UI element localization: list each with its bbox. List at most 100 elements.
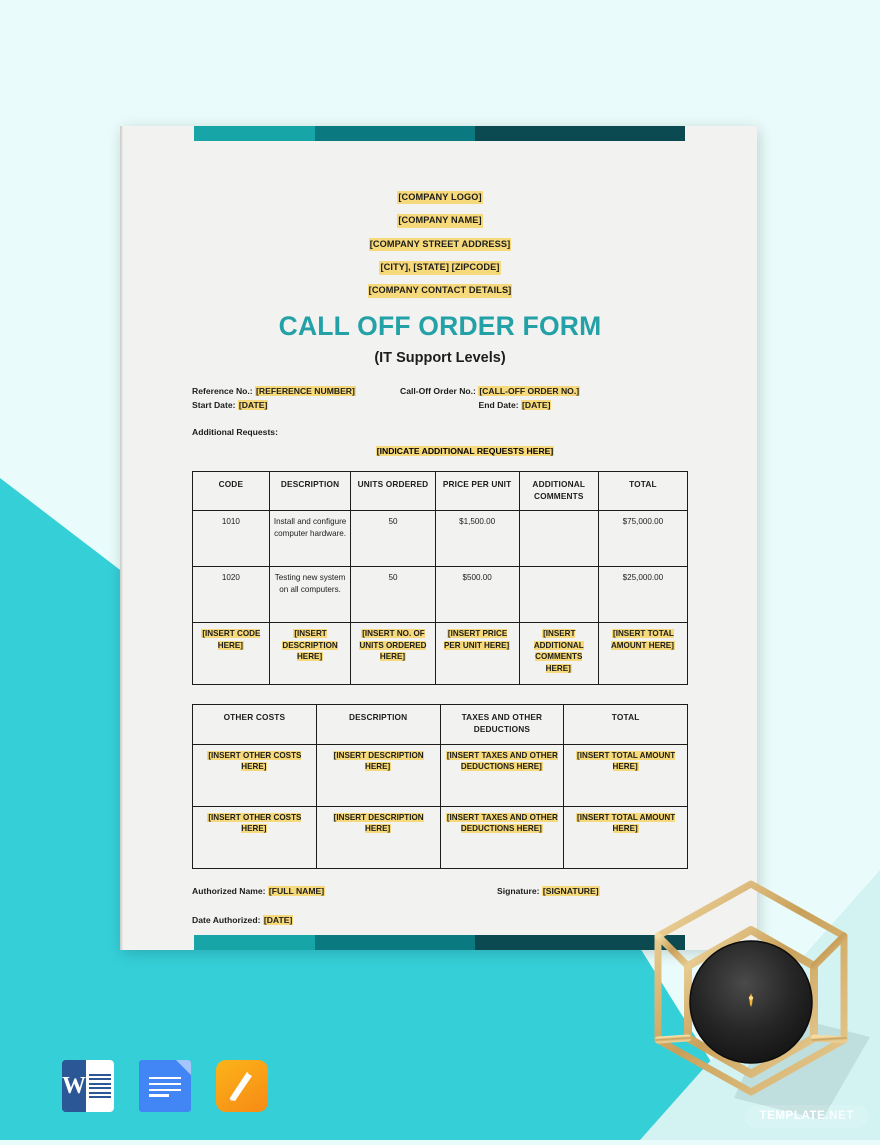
cell-other-costs-value: [INSERT OTHER COSTS HERE] [207, 812, 302, 834]
docs-page-fold [176, 1060, 191, 1075]
pen-glyph [229, 1072, 252, 1101]
page-title: CALL OFF ORDER FORM [278, 310, 602, 341]
order-table-header-row: CODE DESCRIPTION UNITS ORDERED PRICE PER… [192, 470, 689, 512]
cell-price[interactable]: $1,500.00 [434, 510, 520, 568]
cell-comments-value: [INSERT ADDITIONAL COMMENTS HERE] [533, 629, 584, 673]
signature-row: Authorized Name: [FULL NAME] Signature: … [192, 885, 688, 896]
cell-total[interactable]: $25,000.00 [597, 566, 689, 624]
signature-field: Signature: [SIGNATURE] [497, 885, 688, 896]
end-date-field: End Date: [DATE] [400, 399, 688, 413]
word-lines [85, 1060, 114, 1112]
cell-price[interactable]: $500.00 [434, 566, 520, 624]
company-name-placeholder: [COMPANY NAME] [397, 214, 483, 228]
band-segment-light [194, 935, 315, 950]
end-date-label: End Date: [478, 399, 521, 410]
cell-other-costs[interactable]: [INSERT OTHER COSTS HERE] [192, 805, 317, 869]
calloff-label: Call-Off Order No.: [400, 385, 479, 396]
apple-pages-icon[interactable] [216, 1060, 268, 1112]
date-authorized-label: Date Authorized: [192, 914, 263, 925]
cell-total[interactable]: $75,000.00 [597, 510, 689, 568]
docs-lines [149, 1077, 181, 1097]
cell-comments-placeholder[interactable]: [INSERT ADDITIONAL COMMENTS HERE] [518, 622, 599, 686]
bottom-accent-band [194, 935, 685, 950]
cell-units[interactable]: 50 [350, 566, 436, 624]
band-segment-dark [475, 126, 685, 141]
cell-comments[interactable] [518, 510, 599, 568]
cell-code[interactable]: 1020 [192, 566, 270, 624]
meta-row-dates: Start Date: [DATE] End Date: [DATE] [192, 399, 688, 413]
cell-price-placeholder[interactable]: [INSERT PRICE PER UNIT HERE] [434, 622, 520, 686]
cell-code-placeholder[interactable]: [INSERT CODE HERE] [192, 622, 270, 686]
cell-description[interactable]: [INSERT DESCRIPTION HERE] [315, 743, 441, 807]
format-icon-row: W [62, 1060, 268, 1112]
cell-code[interactable]: 1010 [192, 510, 270, 568]
cell-comments[interactable] [518, 566, 599, 624]
band-segment-light [194, 126, 315, 141]
cell-units[interactable]: 50 [350, 510, 436, 568]
cell-units-value: [INSERT NO. OF UNITS ORDERED HERE] [359, 629, 427, 662]
cell-units-placeholder[interactable]: [INSERT NO. OF UNITS ORDERED HERE] [350, 622, 436, 686]
cell-total-value: [INSERT TOTAL AMOUNT HERE] [610, 629, 675, 650]
additional-requests-field: [INDICATE ADDITIONAL REQUESTS HERE] [192, 445, 688, 456]
microsoft-word-icon[interactable]: W [62, 1060, 114, 1112]
calloff-value[interactable]: [CALL-OFF ORDER NO.] [478, 385, 581, 396]
cell-taxes-value: [INSERT TAXES AND OTHER DEDUCTIONS HERE] [445, 750, 558, 772]
reference-field: Reference No.: [REFERENCE NUMBER] [192, 385, 400, 399]
cell-other-costs-value: [INSERT OTHER COSTS HERE] [207, 750, 302, 772]
top-accent-band [194, 126, 685, 141]
start-date-value[interactable]: [DATE] [237, 399, 269, 410]
page-left-edge [120, 126, 123, 950]
authorized-name-value[interactable]: [FULL NAME] [267, 885, 326, 896]
watermark-primary: TEMPLATE [759, 1110, 826, 1122]
reference-value[interactable]: [REFERENCE NUMBER] [255, 385, 356, 396]
additional-requests-value[interactable]: [INDICATE ADDITIONAL REQUESTS HERE] [375, 445, 555, 456]
page-subtitle: (IT Support Levels) [374, 349, 506, 366]
cell-description-value: [INSERT DESCRIPTION HERE] [282, 629, 338, 662]
end-date-value[interactable]: [DATE] [521, 399, 552, 410]
table-row: [INSERT OTHER COSTS HERE] [INSERT DESCRI… [192, 805, 688, 869]
table-row: [INSERT CODE HERE] [INSERT DESCRIPTION H… [192, 622, 689, 686]
table-gap [192, 685, 688, 704]
col-header-taxes-deductions: TAXES AND OTHER DEDUCTIONS [439, 704, 565, 745]
cell-description-value: [INSERT DESCRIPTION HERE] [332, 812, 424, 834]
band-segment-mid [315, 935, 475, 950]
company-contact-details-placeholder: [COMPANY CONTACT DETAILS] [367, 284, 513, 298]
company-city-state-zip-placeholder: [CITY], [STATE] [ZIPCODE] [379, 261, 501, 275]
signature-value[interactable]: [SIGNATURE] [541, 885, 600, 896]
authorized-name-field: Authorized Name: [FULL NAME] [192, 885, 497, 896]
start-date-field: Start Date: [DATE] [192, 399, 400, 413]
company-street-address-placeholder: [COMPANY STREET ADDRESS] [368, 237, 512, 252]
google-docs-icon[interactable] [139, 1060, 191, 1112]
cell-description-value: [INSERT DESCRIPTION HERE] [332, 750, 424, 772]
company-header-block: [COMPANY LOGO] [COMPANY NAME] [COMPANY S… [192, 184, 688, 301]
cell-description[interactable]: [INSERT DESCRIPTION HERE] [315, 805, 441, 869]
col-header-code: CODE [192, 470, 270, 512]
cell-taxes[interactable]: [INSERT TAXES AND OTHER DEDUCTIONS HERE] [439, 805, 565, 869]
col-header-total: TOTAL [597, 470, 689, 512]
table-row: [INSERT OTHER COSTS HERE] [INSERT DESCRI… [192, 743, 688, 807]
document-page: [COMPANY LOGO] [COMPANY NAME] [COMPANY S… [120, 126, 757, 950]
watermark-suffix: .NET [825, 1110, 854, 1122]
cell-total-placeholder[interactable]: [INSERT TOTAL AMOUNT HERE] [597, 622, 689, 686]
document-content: [COMPANY LOGO] [COMPANY NAME] [COMPANY S… [192, 184, 689, 925]
cell-description[interactable]: Testing new system on all computers. [268, 566, 352, 624]
col-header-description: DESCRIPTION [268, 470, 352, 512]
col-header-price-per-unit: PRICE PER UNIT [434, 470, 520, 512]
cell-taxes[interactable]: [INSERT TAXES AND OTHER DEDUCTIONS HERE] [439, 743, 565, 807]
other-costs-table: OTHER COSTS DESCRIPTION TAXES AND OTHER … [192, 704, 688, 869]
cell-total[interactable]: [INSERT TOTAL AMOUNT HERE] [563, 743, 688, 807]
col-header-description: DESCRIPTION [315, 704, 441, 745]
date-authorized-value[interactable]: [DATE] [262, 914, 294, 925]
cell-other-costs[interactable]: [INSERT OTHER COSTS HERE] [192, 743, 317, 807]
col-header-units-ordered: UNITS ORDERED [350, 470, 436, 512]
col-header-other-costs: OTHER COSTS [192, 704, 317, 745]
meta-row-reference: Reference No.: [REFERENCE NUMBER] Call-O… [192, 385, 688, 399]
cell-description-placeholder[interactable]: [INSERT DESCRIPTION HERE] [268, 622, 352, 686]
col-header-additional-comments: ADDITIONAL COMMENTS [518, 470, 599, 512]
col-header-total: TOTAL [563, 704, 688, 745]
date-authorized-field: Date Authorized: [DATE] [192, 914, 688, 925]
company-logo-placeholder: [COMPANY LOGO] [397, 191, 483, 205]
cell-total[interactable]: [INSERT TOTAL AMOUNT HERE] [563, 805, 688, 869]
costs-table-header-row: OTHER COSTS DESCRIPTION TAXES AND OTHER … [192, 704, 688, 745]
cell-description[interactable]: Install and configure computer hardware. [268, 510, 352, 568]
